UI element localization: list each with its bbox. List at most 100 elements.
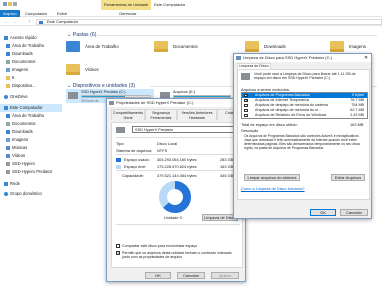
file-checkbox[interactable] (244, 93, 248, 98)
tab-versoes[interactable]: Versões Anteriores Hardware (177, 109, 217, 120)
nav-network[interactable]: Rede (4, 180, 20, 188)
ok-button[interactable]: OK (310, 209, 336, 216)
tab-exibir[interactable]: Exibir (54, 10, 70, 17)
clean-system-files-button[interactable]: Limpar arquivos do sistema (244, 174, 300, 181)
index-label: Permitir que os arquivos desta unidade t… (122, 251, 232, 260)
compress-checkbox[interactable] (116, 244, 120, 248)
nav-item[interactable]: SSD Hyperx (6, 160, 35, 168)
nav-this-pc[interactable]: Este Computador (0, 104, 62, 112)
index-checkbox[interactable] (116, 250, 120, 255)
nav-homegroup[interactable]: Grupo doméstico (4, 190, 42, 198)
file-checkbox[interactable] (244, 108, 248, 113)
nav-item[interactable]: Músicas (6, 144, 27, 152)
nav-label: 6 (12, 75, 15, 80)
nav-item[interactable]: Área de Trabalho (6, 42, 44, 50)
nav-item[interactable]: Imagens (6, 66, 28, 74)
nav-item[interactable]: Downloads (6, 50, 33, 58)
properties-icon[interactable] (13, 2, 17, 6)
file-row[interactable]: Arquivos de Relatório de Erros do Window… (242, 113, 367, 118)
nav-label: Documentos (12, 121, 36, 126)
nav-item[interactable]: SSD Hyperx Predator (6, 168, 52, 176)
videos-folder-icon (66, 64, 80, 75)
context-tab[interactable]: Ferramentas de Unidade (101, 0, 151, 10)
nav-item[interactable]: Vídeos (6, 152, 25, 160)
tab-gerenciar[interactable]: Gerenciar (116, 10, 140, 17)
drive-name-input[interactable]: SSD HyperX Predator (132, 126, 238, 133)
download-icon (6, 52, 10, 56)
free-bytes: 175.228.570.624 bytes (157, 164, 197, 169)
up-arrow-icon[interactable]: ↑ (28, 19, 31, 25)
folder-item[interactable]: Vídeos (66, 64, 99, 75)
folder-icon[interactable] (8, 2, 12, 6)
homegroup-icon (4, 192, 8, 196)
folder-label: Vídeos (85, 67, 99, 72)
nav-label: Downloads (12, 51, 33, 56)
divider (116, 154, 240, 155)
ok-button[interactable]: OK (145, 272, 171, 279)
folder-item[interactable]: Downloads (245, 41, 286, 52)
nav-item[interactable]: 6 (6, 74, 14, 82)
nav-item[interactable]: Área de Trabalho (6, 112, 44, 120)
file-checkbox[interactable] (244, 113, 248, 118)
nav-label: SSD Hyperx (12, 161, 36, 166)
back-arrow-icon[interactable]: ← (4, 19, 9, 25)
total-value: 163 MB (350, 122, 364, 127)
nav-quick-access[interactable]: Acesso rápido (4, 34, 37, 42)
document-icon (6, 122, 10, 126)
tab-compartilhamento[interactable]: Compartilhamento Geral (111, 109, 145, 120)
star-icon (4, 36, 8, 40)
dialog-title-bar: Propriedades de SSD HyperX Predator (C:) (107, 99, 245, 107)
dialog-title-bar: Limpeza de Disco para SSD HyperX Predato… (234, 54, 371, 62)
fs-value: NTFS (157, 148, 168, 153)
file-checkbox[interactable] (244, 103, 248, 108)
drive-caption: Unidade C: (164, 215, 184, 220)
window-title: Este Computador (154, 2, 186, 7)
folder-item[interactable]: Imagens (330, 41, 366, 52)
tab-strip: Compartilhamento Geral Segurança Ferrament… (111, 109, 243, 122)
nav-item[interactable]: Dispositivo... (6, 82, 36, 90)
tab-arquivo[interactable]: Arquivo (0, 10, 20, 17)
folders-heading[interactable]: ⌄ Pastas (6) (67, 32, 96, 38)
used-label: Espaço usado: (124, 157, 150, 162)
computer-icon (39, 21, 43, 24)
nav-item[interactable]: Downloads (6, 128, 33, 136)
free-gb: 163 GB (220, 164, 234, 169)
file-name: Arquivos de Relatório de Erros do Window… (255, 113, 327, 117)
type-value: Disco Local (157, 141, 178, 146)
disk-cleanup-dialog: Limpeza de Disco para SSD HyperX Predato… (233, 53, 372, 219)
nav-item[interactable]: Documentos (6, 58, 36, 66)
general-panel: SSD HyperX Predator Tipo: Disco Local Si… (111, 122, 243, 268)
nav-onedrive[interactable]: OneDrive (4, 93, 28, 101)
nav-label: Imagens (12, 67, 29, 72)
folder-item[interactable]: Documentos (154, 41, 198, 52)
nav-label: OneDrive (10, 94, 28, 99)
description-text: Os Arquivos de Programas Baixados são co… (244, 134, 361, 150)
address-input[interactable]: Este Computador (36, 19, 382, 25)
view-files-button[interactable]: Exibir Arquivos (331, 174, 365, 181)
cancel-button[interactable]: Cancelar (177, 272, 205, 279)
cancel-button[interactable]: Cancelar (340, 209, 368, 216)
files-list[interactable]: Arquivos de Programas Baixados0 bytesArq… (241, 92, 368, 119)
tab-computador[interactable]: Computador (22, 10, 50, 17)
cleanup-icon (236, 56, 241, 60)
dialog-title: Propriedades de SSD HyperX Predator (C:) (116, 100, 194, 105)
ribbon-tabs: Arquivo Computador Exibir Gerenciar (0, 10, 382, 17)
document-icon (6, 60, 10, 64)
folder-label: Downloads (264, 44, 286, 49)
how-cleanup-works-link[interactable]: Como a Limpeza de Disco funciona? (241, 186, 305, 191)
tab-seguranca[interactable]: Segurança Ferramentas (145, 109, 177, 120)
quick-access-toolbar (3, 2, 29, 8)
folder-item[interactable]: Área de Trabalho (66, 41, 119, 52)
video-icon (6, 154, 10, 158)
forward-arrow-icon[interactable]: → (12, 19, 17, 25)
nav-item[interactable]: Documentos (6, 120, 36, 128)
divider (116, 137, 240, 138)
apply-button[interactable]: Aplicar (211, 272, 239, 279)
save-icon[interactable] (3, 2, 7, 6)
nav-item[interactable]: Imagens (6, 136, 28, 144)
tab-label: Ferramentas (150, 115, 172, 120)
close-icon[interactable]: ✕ (361, 54, 371, 62)
file-checkbox[interactable] (244, 98, 248, 103)
drive-usage-fill (82, 96, 125, 97)
type-label: Tipo: (116, 141, 125, 146)
